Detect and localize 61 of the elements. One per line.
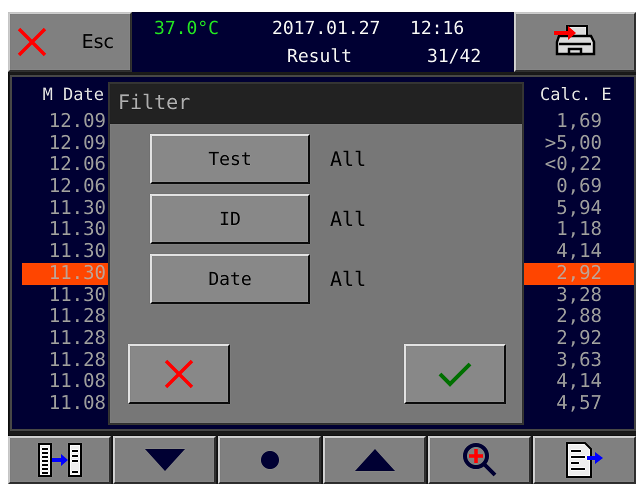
table-cell-text: 11.28	[48, 306, 107, 328]
table-cell-text: 2,88	[555, 306, 602, 328]
table-cell-text: 11.30	[48, 284, 107, 306]
document-export-icon	[564, 441, 604, 479]
dot-icon	[260, 451, 278, 469]
table-cell-text: 4,14	[555, 241, 602, 263]
column-header: Calc. E	[539, 84, 613, 107]
filter-button[interactable]: ID	[150, 194, 310, 244]
record-counter: 31/42	[427, 46, 482, 66]
table-cell-text: 11.30	[48, 241, 107, 263]
checkmark-icon	[438, 361, 472, 387]
filter-value: All	[330, 147, 366, 171]
table-cell-text: 11.30	[48, 198, 107, 220]
filter-value: All	[330, 207, 366, 231]
table-cell-text: 1,69	[555, 111, 602, 133]
table-cell-text: 0,69	[555, 176, 602, 198]
table-cell-text: 12.06	[48, 176, 107, 198]
table-cell-text: 11.08	[48, 392, 107, 415]
print-button[interactable]	[514, 12, 636, 72]
table-cell-text: 12.09	[48, 111, 107, 133]
up-button[interactable]	[323, 436, 426, 484]
columns-button[interactable]	[8, 436, 111, 484]
table-cell-text: 12.06	[48, 154, 107, 176]
table-cell-text: 1,18	[555, 219, 602, 242]
time-text: 12:16	[410, 18, 464, 38]
dialog-title: Filter	[110, 84, 522, 124]
table-cell: 2,92	[524, 262, 634, 284]
close-icon	[16, 26, 48, 58]
esc-button[interactable]: Esc	[8, 12, 132, 72]
table-cell-text: 2,92	[555, 328, 602, 350]
select-button[interactable]	[218, 436, 321, 484]
table-cell-text: 12.09	[48, 132, 107, 154]
table-cell-text: 11.28	[48, 328, 107, 350]
table-cell-text: >5,00	[544, 132, 602, 154]
column-header: M Date	[42, 84, 105, 107]
table-cell-text: 4,57	[555, 392, 602, 415]
table-cell-text: 3,28	[555, 284, 602, 306]
filter-button[interactable]: Test	[150, 134, 310, 184]
down-triangle-icon	[144, 449, 184, 471]
columns-icon	[36, 442, 82, 478]
close-icon	[163, 359, 195, 389]
table-cell-text: 11.28	[48, 350, 107, 372]
table-cell-text: 11.30	[48, 219, 107, 242]
table-cell-text: 3,63	[555, 350, 602, 372]
zoom-in-icon	[462, 442, 498, 478]
table-cell-text: <0,22	[544, 154, 602, 176]
filter-value: All	[330, 267, 366, 291]
confirm-button[interactable]	[404, 344, 506, 404]
filter-button[interactable]: Date	[150, 254, 310, 304]
down-button[interactable]	[113, 436, 216, 484]
mode-label: Result	[287, 46, 354, 66]
table-cell-text: 5,94	[555, 198, 602, 220]
date-text: 2017.01.27	[272, 18, 382, 38]
up-triangle-icon	[354, 449, 394, 471]
table-cell-text: 4,14	[555, 371, 602, 393]
zoom-button[interactable]	[428, 436, 531, 484]
temperature-reading: 37.0°C	[154, 18, 220, 38]
table-cell-text: 11.08	[48, 371, 107, 393]
table-cell: 11.30	[22, 262, 108, 284]
cancel-button[interactable]	[128, 344, 230, 404]
export-button[interactable]	[533, 436, 636, 484]
